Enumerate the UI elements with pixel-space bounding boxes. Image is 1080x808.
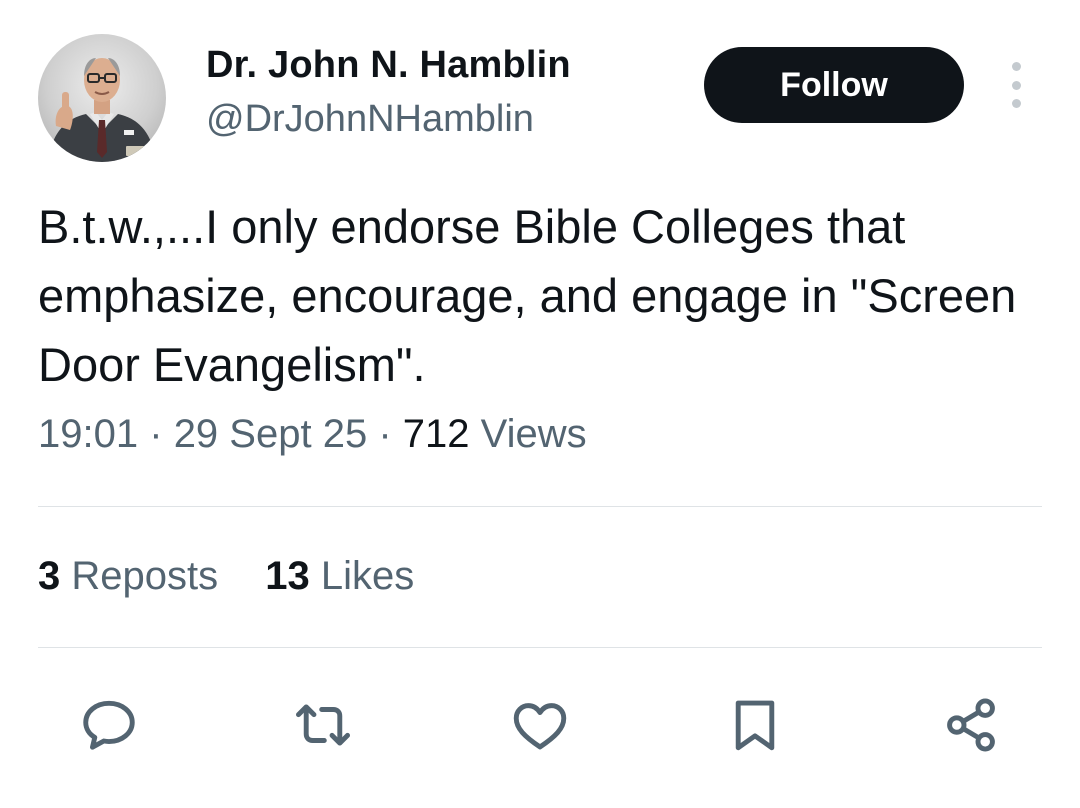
avatar-portrait (48, 58, 156, 162)
tweet-detail: Dr. John N. Hamblin @DrJohnNHamblin Foll… (0, 0, 1080, 808)
reposts-count: 3 (38, 554, 61, 598)
dot (1011, 99, 1021, 108)
tweet-time[interactable]: 19:01 (38, 412, 138, 456)
divider (38, 506, 1042, 507)
engagement-stats: 3 Reposts 13 Likes (38, 554, 414, 599)
dot (1011, 62, 1021, 71)
reposts-label: Reposts (71, 554, 219, 598)
more-options-icon[interactable] (996, 62, 1036, 108)
meta-separator: · (149, 412, 163, 456)
likes-stat[interactable]: 13 Likes (265, 554, 414, 598)
meta-separator: · (378, 412, 392, 456)
divider (38, 647, 1042, 648)
tweet-date[interactable]: 29 Sept 25 (174, 412, 368, 456)
avatar[interactable] (38, 34, 166, 162)
follow-button[interactable]: Follow (704, 47, 964, 123)
dot (1011, 80, 1021, 90)
author-display-name[interactable]: Dr. John N. Hamblin (206, 44, 571, 87)
tweet-text: B.t.w.,...I only endorse Bible Colleges … (38, 200, 1017, 391)
bookmark-icon[interactable] (720, 690, 790, 760)
views-label: Views (480, 412, 587, 456)
share-icon[interactable] (936, 690, 1006, 760)
reposts-stat[interactable]: 3 Reposts (38, 554, 229, 598)
author-handle[interactable]: @DrJohnNHamblin (206, 98, 534, 141)
action-bar (0, 690, 1080, 760)
reply-icon[interactable] (74, 690, 144, 760)
like-icon[interactable] (505, 690, 575, 760)
tweet-meta: 19:01 · 29 Sept 25 · 712 Views (38, 412, 587, 457)
likes-label: Likes (320, 554, 415, 598)
views-count: 712 (402, 412, 470, 456)
likes-count: 13 (265, 554, 310, 598)
repost-icon[interactable] (288, 690, 358, 760)
